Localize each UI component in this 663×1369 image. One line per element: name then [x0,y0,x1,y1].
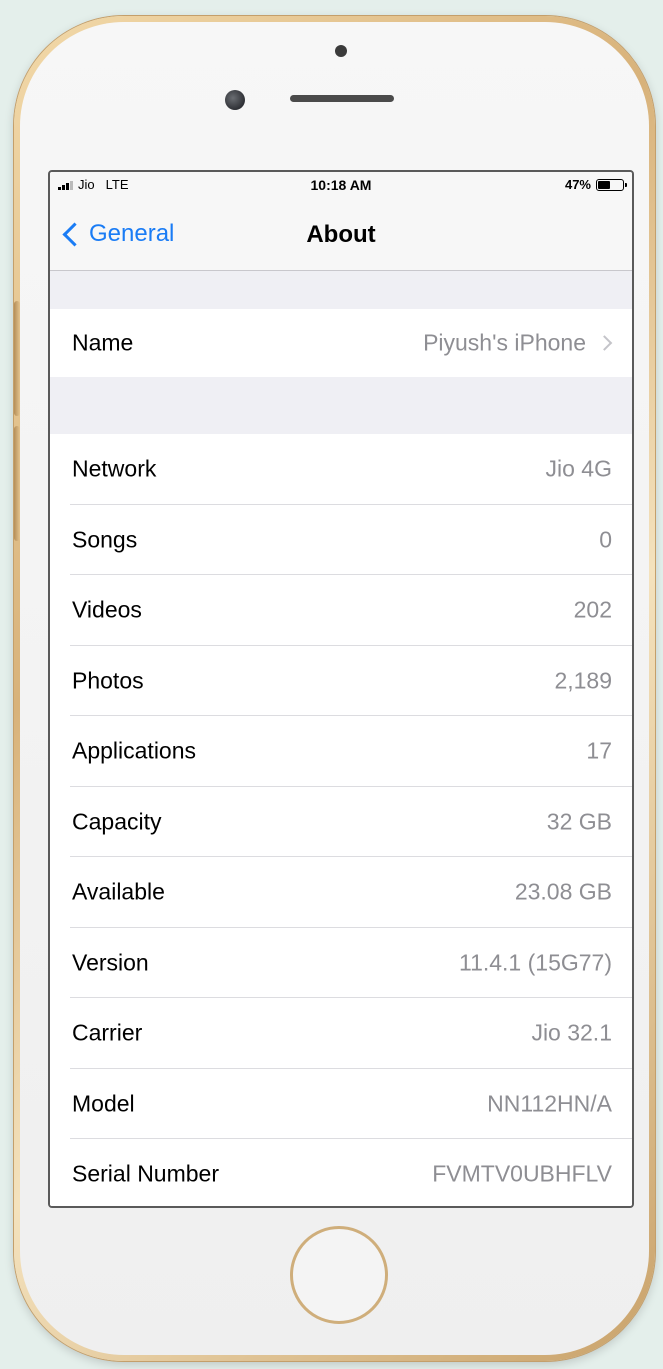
row-value: Jio 32.1 [531,1019,612,1046]
info-row-available: Available 23.08 GB [50,857,632,928]
info-row-model[interactable]: Model NN112HN/A [50,1069,632,1140]
status-right: 47% [564,177,627,192]
row-value: NN112HN/A [487,1090,612,1117]
info-section: Network Jio 4G Songs 0 Videos 202 Photos… [50,434,632,1206]
row-label: Model [72,1090,135,1117]
row-label: Videos [72,596,142,623]
row-value: 2,189 [554,667,612,694]
proximity-sensor [335,45,347,57]
info-row-version: Version 11.4.1 (15G77) [50,928,632,999]
info-row-videos: Videos 202 [50,575,632,646]
row-label: Capacity [72,808,162,835]
row-value: Jio 4G [545,455,612,482]
front-camera [225,90,245,110]
navigation-bar: General About [50,198,632,271]
row-value: 17 [586,737,612,764]
row-value: 0 [599,526,612,553]
row-value: 32 GB [546,808,612,835]
phone-screen: Jio LTE 10:18 AM 47% General About Name … [48,170,634,1208]
row-label: Available [72,878,165,905]
info-row-carrier[interactable]: Carrier Jio 32.1 [50,998,632,1069]
row-label: Name [72,329,134,356]
info-row-songs: Songs 0 [50,505,632,576]
status-time: 10:18 AM [310,177,372,193]
info-row-serial-number: Serial Number FVMTV0UBHFLV [50,1139,632,1206]
row-label: Songs [72,526,138,553]
row-value: 23.08 GB [514,878,612,905]
info-row-photos: Photos 2,189 [50,646,632,717]
info-row-capacity: Capacity 32 GB [50,787,632,858]
battery-icon [596,178,627,191]
row-value: 202 [573,596,612,623]
chevron-right-icon [596,335,613,351]
battery-percent: 47% [564,177,591,192]
info-row-applications: Applications 17 [50,716,632,787]
page-title: About [306,221,376,248]
status-bar: Jio LTE 10:18 AM 47% [50,172,632,198]
name-row[interactable]: Name Piyush's iPhone [50,309,632,377]
battery-fill [598,180,611,189]
row-label: Photos [72,667,144,694]
info-row-network: Network Jio 4G [50,434,632,505]
row-label: Carrier [72,1019,143,1046]
row-value: FVMTV0UBHFLV [432,1160,612,1187]
row-value: Piyush's iPhone [423,329,586,356]
name-section: Name Piyush's iPhone [50,309,632,377]
row-label: Applications [72,737,197,764]
home-button[interactable] [290,1226,388,1324]
row-label: Network [72,455,157,482]
row-value: 11.4.1 (15G77) [458,949,612,976]
row-label: Version [72,949,149,976]
row-label: Serial Number [72,1160,219,1187]
earpiece-speaker [290,95,394,102]
